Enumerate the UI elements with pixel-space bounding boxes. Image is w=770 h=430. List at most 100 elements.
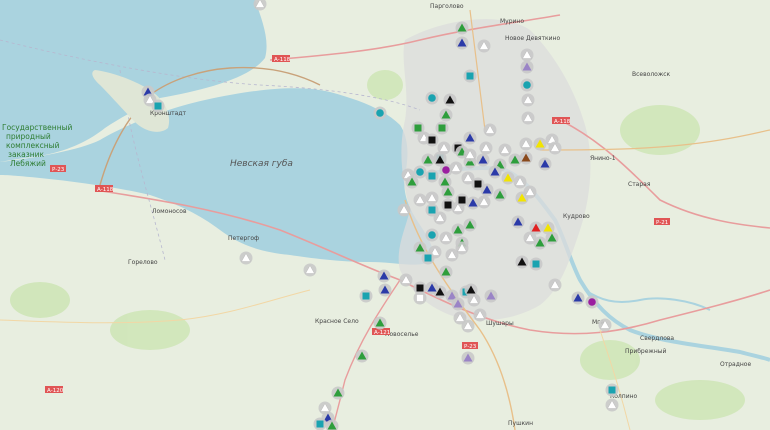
map-marker[interactable] (533, 137, 547, 151)
map-marker[interactable] (455, 241, 469, 255)
map-marker[interactable] (313, 417, 327, 430)
map-marker[interactable] (548, 141, 562, 155)
marker-circle (428, 94, 436, 102)
map-marker[interactable] (521, 111, 535, 125)
map-marker[interactable] (529, 257, 543, 271)
map-marker[interactable] (477, 195, 491, 209)
map-marker[interactable] (449, 161, 463, 175)
svg-text:Р-21: Р-21 (656, 220, 668, 226)
map-marker[interactable] (455, 21, 469, 35)
map-canvas[interactable]: Невская губа Государственный природный к… (0, 0, 770, 430)
map-marker[interactable] (439, 265, 453, 279)
map-marker[interactable] (377, 269, 391, 283)
map-marker[interactable] (571, 291, 585, 305)
map-marker[interactable] (508, 153, 522, 167)
marker-square (428, 172, 436, 180)
map-marker[interactable] (548, 278, 562, 292)
map-marker[interactable] (373, 316, 387, 330)
map-marker[interactable] (441, 185, 455, 199)
map-marker[interactable] (605, 383, 619, 397)
map-marker[interactable] (425, 191, 439, 205)
map-marker[interactable] (463, 69, 477, 83)
place-label: Красное Село (315, 318, 359, 325)
map-marker[interactable] (519, 151, 533, 165)
place-label: Пушкин (508, 420, 533, 427)
map-marker[interactable] (520, 60, 534, 74)
map-marker[interactable] (479, 141, 493, 155)
map-marker[interactable] (421, 153, 435, 167)
place-label: Мурино (500, 18, 524, 25)
map-marker[interactable] (455, 193, 469, 207)
map-marker[interactable] (493, 188, 507, 202)
map-marker[interactable] (151, 99, 165, 113)
map-marker[interactable] (480, 183, 494, 197)
map-marker[interactable] (455, 36, 469, 50)
map-marker[interactable] (443, 93, 457, 107)
map-marker[interactable] (355, 349, 369, 363)
map-marker[interactable] (461, 319, 475, 333)
map-marker[interactable] (473, 308, 487, 322)
map-marker[interactable] (598, 318, 612, 332)
map-marker[interactable] (373, 106, 387, 120)
map-marker[interactable] (476, 153, 490, 167)
map-marker[interactable] (533, 236, 547, 250)
map-marker[interactable] (425, 228, 439, 242)
map-marker[interactable] (451, 223, 465, 237)
map-marker[interactable] (331, 386, 345, 400)
map-marker[interactable] (463, 148, 477, 162)
map-marker[interactable] (501, 171, 515, 185)
marker-square (414, 124, 422, 132)
marker-circle (442, 166, 450, 174)
place-label: Шушары (486, 320, 514, 327)
map-marker[interactable] (605, 398, 619, 412)
marker-square (416, 294, 424, 302)
map-marker[interactable] (433, 211, 447, 225)
map-marker[interactable] (520, 48, 534, 62)
map-marker[interactable] (484, 289, 498, 303)
map-marker[interactable] (435, 121, 449, 135)
map-marker[interactable] (515, 255, 529, 269)
map-marker[interactable] (413, 193, 427, 207)
map-marker[interactable] (437, 141, 451, 155)
map-marker[interactable] (511, 215, 525, 229)
map-marker[interactable] (397, 203, 411, 217)
map-marker[interactable] (425, 281, 439, 295)
map-marker[interactable] (239, 251, 253, 265)
map-marker[interactable] (513, 175, 527, 189)
map-marker[interactable] (488, 165, 502, 179)
map-marker[interactable] (463, 131, 477, 145)
svg-text:Р-23: Р-23 (464, 344, 477, 350)
map-marker[interactable] (439, 108, 453, 122)
map-marker[interactable] (421, 251, 435, 265)
map-marker[interactable] (425, 91, 439, 105)
map-marker[interactable] (451, 297, 465, 311)
map-marker[interactable] (585, 295, 599, 309)
map-marker[interactable] (463, 218, 477, 232)
map-marker[interactable] (425, 133, 439, 147)
map-marker[interactable] (498, 143, 512, 157)
map-marker[interactable] (378, 283, 392, 297)
marker-square (428, 206, 436, 214)
map-marker[interactable] (399, 273, 413, 287)
map-marker[interactable] (425, 169, 439, 183)
map-marker[interactable] (303, 263, 317, 277)
map-marker[interactable] (433, 153, 447, 167)
map-marker[interactable] (519, 137, 533, 151)
map-marker[interactable] (483, 123, 497, 137)
map-marker[interactable] (523, 185, 537, 199)
map-marker[interactable] (405, 175, 419, 189)
map-marker[interactable] (538, 157, 552, 171)
map-marker[interactable] (466, 196, 480, 210)
map-marker[interactable] (359, 289, 373, 303)
map-marker[interactable] (439, 231, 453, 245)
map-marker[interactable] (461, 351, 475, 365)
map-marker[interactable] (521, 93, 535, 107)
svg-text:А-121: А-121 (374, 330, 390, 336)
map-marker[interactable] (464, 283, 478, 297)
map-marker[interactable] (545, 231, 559, 245)
svg-text:А-118: А-118 (97, 187, 114, 193)
map-marker[interactable] (520, 78, 534, 92)
map-marker[interactable] (477, 39, 491, 53)
map-marker[interactable] (413, 291, 427, 305)
svg-text:А-118: А-118 (274, 57, 291, 63)
